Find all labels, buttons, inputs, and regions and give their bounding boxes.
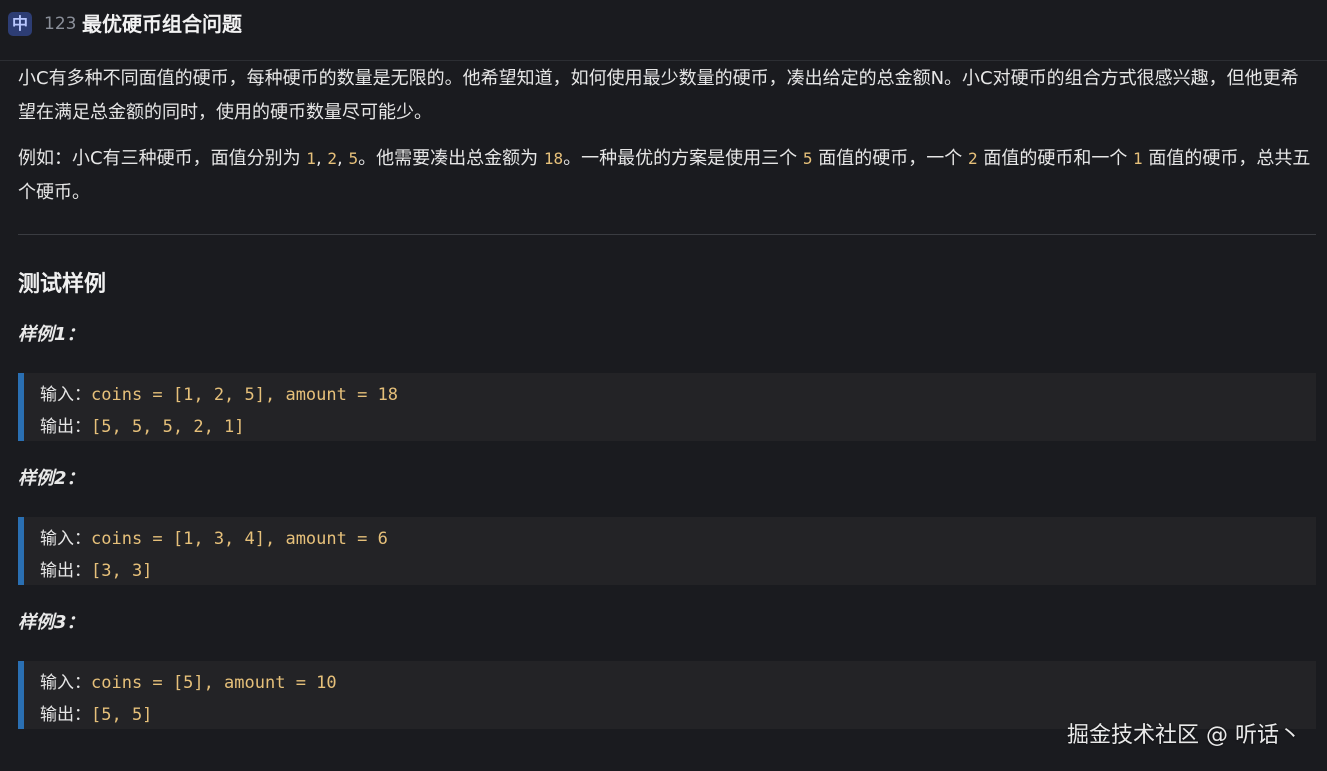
sample-label: 样例3：: [18, 612, 85, 633]
output-value: [3, 3]: [91, 561, 153, 581]
problem-title: 最优硬币组合问题: [82, 12, 242, 36]
sample-input-line: 输入：coins = [1, 3, 4], amount = 6: [40, 523, 1316, 555]
desc-text: 。一种最优的方案是使用三个: [563, 148, 803, 169]
sample-label: 样例2：: [18, 468, 85, 489]
desc-text: ,: [337, 148, 349, 169]
sample-code-block: 输入：coins = [1, 3, 4], amount = 6 输出：[3, …: [18, 517, 1316, 585]
sample-input-line: 输入：coins = [1, 2, 5], amount = 18: [40, 379, 1316, 411]
desc-text: 例如：小C有三种硬币，面值分别为: [18, 148, 307, 169]
sample-code-block: 输入：coins = [1, 2, 5], amount = 18 输出：[5,…: [18, 373, 1316, 441]
desc-number: 5: [802, 149, 813, 168]
desc-text: ,: [315, 148, 328, 169]
desc-number: 2: [967, 149, 978, 168]
description-paragraph-1: 小C有多种不同面值的硬币，每种硬币的数量是无限的。他希望知道，如何使用最少数量的…: [18, 68, 1299, 123]
desc-number: 5: [348, 149, 359, 168]
problem-content: 小C有多种不同面值的硬币，每种硬币的数量是无限的。他希望知道，如何使用最少数量的…: [18, 62, 1316, 729]
watermark: 掘金技术社区 @ 听话丶: [1067, 723, 1301, 748]
desc-number: 1: [306, 149, 316, 168]
input-label: 输入：: [40, 529, 91, 549]
problem-number: 123: [44, 14, 77, 34]
desc-text: 面值的硬币和一个: [977, 148, 1134, 169]
sample-output-line: 输出：[3, 3]: [40, 555, 1316, 587]
sample-label: 样例1：: [18, 324, 85, 345]
input-value: coins = [1, 2, 5], amount = 18: [91, 385, 399, 405]
input-label: 输入：: [40, 385, 91, 405]
output-value: [5, 5]: [91, 705, 153, 725]
input-label: 输入：: [40, 673, 91, 693]
sample-input-line: 输入：coins = [5], amount = 10: [40, 667, 1316, 699]
problem-header: 中 123 最优硬币组合问题: [0, 0, 1327, 61]
output-value: [5, 5, 5, 2, 1]: [91, 417, 245, 437]
desc-number: 1: [1133, 149, 1143, 168]
input-value: coins = [5], amount = 10: [91, 673, 337, 693]
input-value: coins = [1, 3, 4], amount = 6: [91, 529, 388, 549]
output-label: 输出：: [40, 561, 91, 581]
description-paragraph-2: 例如：小C有三种硬币，面值分别为 1, 2, 5。他需要凑出总金额为 18。一种…: [18, 142, 1316, 210]
output-label: 输出：: [40, 417, 91, 437]
language-badge[interactable]: 中: [8, 12, 32, 36]
desc-text: 。他需要凑出总金额为: [358, 148, 544, 169]
desc-number: 2: [327, 149, 338, 168]
output-label: 输出：: [40, 705, 91, 725]
section-divider: [18, 234, 1316, 235]
sample-output-line: 输出：[5, 5, 5, 2, 1]: [40, 411, 1316, 443]
desc-text: 面值的硬币，一个: [812, 148, 968, 169]
samples-heading: 测试样例: [18, 272, 107, 297]
desc-number: 18: [543, 149, 564, 168]
